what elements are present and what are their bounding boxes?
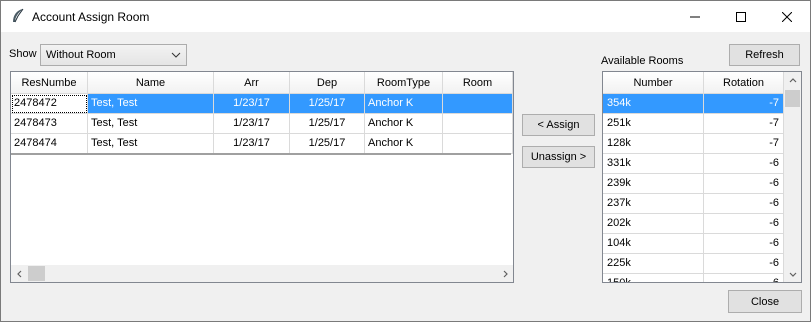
scroll-down-button[interactable] bbox=[784, 265, 801, 282]
cell-name: Test, Test bbox=[88, 114, 214, 134]
list-item[interactable]: 239k -6 bbox=[603, 174, 784, 194]
cell-rotation: -7 bbox=[704, 134, 784, 154]
cell-room-number: 150k bbox=[603, 274, 704, 282]
column-header-resnumber[interactable]: ResNumbe bbox=[11, 72, 88, 94]
cell-rotation: -7 bbox=[704, 94, 784, 114]
maximize-button[interactable] bbox=[718, 1, 764, 32]
column-header-arr[interactable]: Arr bbox=[214, 72, 290, 94]
refresh-button[interactable]: Refresh bbox=[729, 44, 800, 66]
window-title: Account Assign Room bbox=[32, 10, 150, 24]
assign-button-label: < Assign bbox=[537, 119, 580, 131]
cell-room bbox=[443, 114, 513, 134]
feather-icon bbox=[13, 8, 24, 23]
cell-dep: 1/25/17 bbox=[290, 114, 365, 134]
list-item[interactable]: 202k -6 bbox=[603, 214, 784, 234]
vertical-scroll-thumb[interactable] bbox=[785, 90, 800, 107]
close-button[interactable]: Close bbox=[728, 290, 802, 313]
close-button-label: Close bbox=[750, 295, 780, 308]
cell-arr: 1/23/17 bbox=[214, 114, 290, 134]
available-rooms-label: Available Rooms bbox=[601, 55, 684, 67]
table-row[interactable]: 2478474 Test, Test 1/23/17 1/25/17 Ancho… bbox=[11, 134, 513, 154]
cell-rotation: -7 bbox=[704, 114, 784, 134]
cell-roomtype: Anchor K bbox=[365, 94, 443, 114]
scroll-left-button[interactable] bbox=[11, 265, 28, 282]
list-item[interactable]: 225k -6 bbox=[603, 254, 784, 274]
chevron-up-icon bbox=[789, 77, 796, 82]
chevron-down-icon bbox=[171, 52, 181, 58]
list-item[interactable]: 354k -7 bbox=[603, 94, 784, 114]
cell-room-number: 331k bbox=[603, 154, 704, 174]
available-rooms-grid[interactable]: Number Rotation 354k -7 251k -7 128k -7 … bbox=[602, 71, 802, 283]
cell-room-number: 202k bbox=[603, 214, 704, 234]
reservations-grid[interactable]: ResNumbe Name Arr Dep RoomType Room 2478… bbox=[10, 71, 514, 283]
column-header-rotation[interactable]: Rotation bbox=[704, 72, 784, 94]
maximize-icon bbox=[736, 11, 746, 22]
cell-room-number: 225k bbox=[603, 254, 704, 274]
show-filter-dropdown[interactable]: Without Room bbox=[40, 44, 187, 66]
column-header-roomtype[interactable]: RoomType bbox=[365, 72, 443, 94]
show-label: Show bbox=[9, 48, 37, 60]
unassign-button-label: Unassign > bbox=[530, 151, 587, 163]
cell-rotation: -6 bbox=[704, 274, 784, 282]
cell-name: Test, Test bbox=[88, 94, 214, 114]
grid-divider bbox=[11, 153, 511, 155]
cell-resnumber: 2478473 bbox=[11, 114, 88, 134]
cell-rotation: -6 bbox=[704, 214, 784, 234]
cell-room bbox=[443, 134, 513, 154]
chevron-left-icon bbox=[16, 270, 21, 277]
horizontal-scrollbar[interactable] bbox=[11, 265, 513, 282]
cell-room-number: 104k bbox=[603, 234, 704, 254]
horizontal-scroll-thumb[interactable] bbox=[28, 266, 45, 281]
cell-room-number: 239k bbox=[603, 174, 704, 194]
column-header-dep[interactable]: Dep bbox=[290, 72, 365, 94]
cell-rotation: -6 bbox=[704, 174, 784, 194]
account-assign-room-window: Account Assign Room Show Without Room Av… bbox=[0, 0, 811, 322]
cell-rotation: -6 bbox=[704, 254, 784, 274]
chevron-right-icon bbox=[503, 270, 508, 277]
refresh-button-label: Refresh bbox=[745, 49, 784, 61]
show-filter-value: Without Room bbox=[46, 49, 116, 61]
scroll-up-button[interactable] bbox=[784, 72, 801, 89]
minimize-button[interactable] bbox=[672, 1, 718, 32]
unassign-button[interactable]: Unassign > bbox=[522, 146, 595, 168]
list-item[interactable]: 150k -6 bbox=[603, 274, 784, 282]
title-bar: Account Assign Room bbox=[1, 1, 810, 32]
cell-room-number: 237k bbox=[603, 194, 704, 214]
cell-roomtype: Anchor K bbox=[365, 134, 443, 154]
assign-button[interactable]: < Assign bbox=[522, 114, 595, 136]
cell-room-number: 251k bbox=[603, 114, 704, 134]
table-row[interactable]: 2478473 Test, Test 1/23/17 1/25/17 Ancho… bbox=[11, 114, 513, 134]
list-item[interactable]: 251k -7 bbox=[603, 114, 784, 134]
chevron-down-icon bbox=[789, 272, 796, 277]
list-item[interactable]: 104k -6 bbox=[603, 234, 784, 254]
close-window-button[interactable] bbox=[764, 1, 810, 32]
vertical-scrollbar[interactable] bbox=[784, 72, 801, 282]
minimize-icon bbox=[690, 16, 700, 17]
scroll-right-button[interactable] bbox=[496, 265, 513, 282]
list-item[interactable]: 128k -7 bbox=[603, 134, 784, 154]
cell-rotation: -6 bbox=[704, 194, 784, 214]
cell-room bbox=[443, 94, 513, 114]
table-row[interactable]: 2478472 Test, Test 1/23/17 1/25/17 Ancho… bbox=[11, 94, 513, 114]
column-header-name[interactable]: Name bbox=[88, 72, 214, 94]
cell-dep: 1/25/17 bbox=[290, 94, 365, 114]
list-item[interactable]: 237k -6 bbox=[603, 194, 784, 214]
cell-name: Test, Test bbox=[88, 134, 214, 154]
cell-rotation: -6 bbox=[704, 154, 784, 174]
cell-arr: 1/23/17 bbox=[214, 134, 290, 154]
cell-rotation: -6 bbox=[704, 234, 784, 254]
cell-dep: 1/25/17 bbox=[290, 134, 365, 154]
cell-resnumber: 2478474 bbox=[11, 134, 88, 154]
cell-roomtype: Anchor K bbox=[365, 114, 443, 134]
column-header-room[interactable]: Room bbox=[443, 72, 513, 94]
cell-room-number: 354k bbox=[603, 94, 704, 114]
reservations-header: ResNumbe Name Arr Dep RoomType Room bbox=[11, 72, 513, 94]
column-header-number[interactable]: Number bbox=[603, 72, 704, 94]
cell-resnumber: 2478472 bbox=[11, 94, 88, 114]
cell-arr: 1/23/17 bbox=[214, 94, 290, 114]
list-item[interactable]: 331k -6 bbox=[603, 154, 784, 174]
cell-room-number: 128k bbox=[603, 134, 704, 154]
close-icon bbox=[782, 11, 792, 22]
